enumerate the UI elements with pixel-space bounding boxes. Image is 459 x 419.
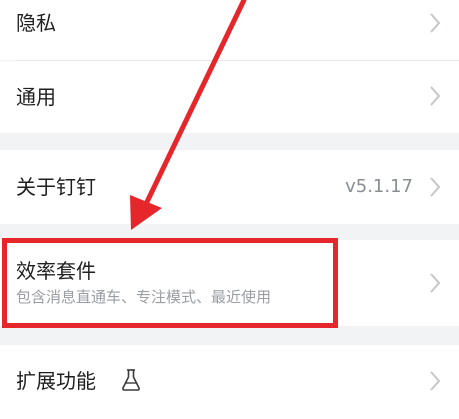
privacy-label: 隐私 [16,11,56,35]
chevron-right-icon [430,86,441,106]
settings-item-privacy[interactable]: 隐私 [0,0,459,60]
highlight-box [2,238,338,328]
extensions-label: 扩展功能 [16,369,96,393]
chevron-right-icon [430,371,441,391]
flask-icon [122,369,140,391]
settings-page: 隐私 通用 关于钉钉 v5.1.17 效率套件 包含消息直通车、专注模式、最近使… [0,0,459,419]
general-label: 通用 [16,85,56,109]
version-value: v5.1.17 [345,176,413,197]
chevron-right-icon [430,177,441,197]
settings-item-general[interactable]: 通用 [0,61,459,133]
about-label: 关于钉钉 [16,175,96,199]
chevron-right-icon [430,13,441,33]
settings-item-extensions[interactable]: 扩展功能 [0,345,459,419]
chevron-right-icon [430,273,441,293]
settings-item-about[interactable]: 关于钉钉 v5.1.17 [0,150,459,224]
